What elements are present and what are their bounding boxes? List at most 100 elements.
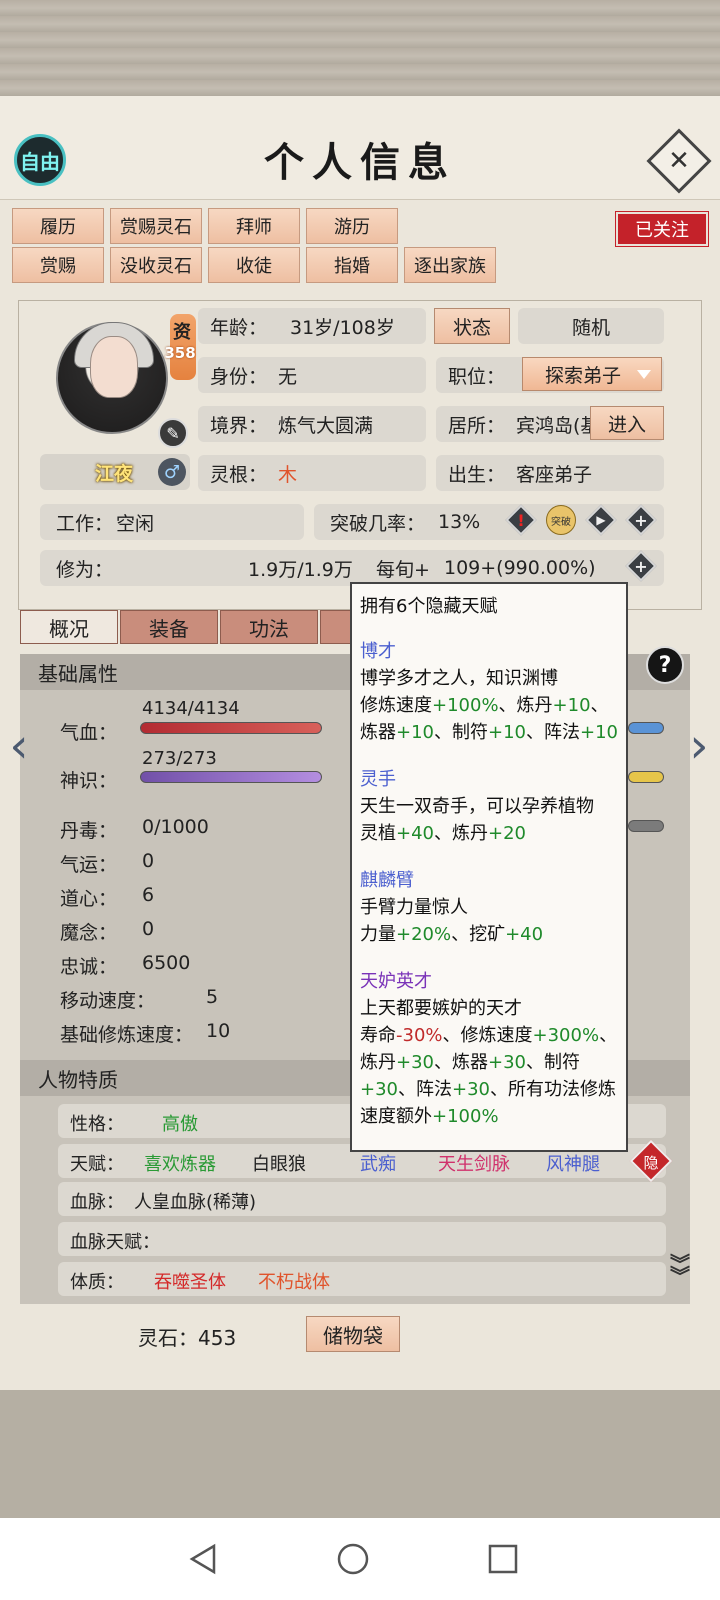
- stat-loyalty: 忠诚： 6500: [60, 952, 190, 979]
- hidden-talent-name: 博才: [360, 641, 396, 662]
- cultivation-value: 1.9万/1.9万: [248, 558, 353, 581]
- physique-label: 体质：: [70, 1272, 124, 1293]
- followed-button[interactable]: 已关注: [615, 211, 709, 247]
- tab-more[interactable]: [320, 610, 352, 644]
- breakthrough-label: 突破几率：: [330, 512, 426, 535]
- hidden-talent-effects: 修炼速度+100%、炼丹+10、 炼器+10、制符+10、阵法+10: [360, 695, 618, 743]
- status-button[interactable]: 状态: [434, 308, 510, 344]
- stat-label: 移动速度：: [60, 990, 156, 1012]
- take-disciple-button[interactable]: 收徒: [208, 247, 300, 283]
- realm-cell: 境界： 炼气大圆满: [198, 406, 426, 442]
- tab-overview[interactable]: 概况: [20, 610, 118, 644]
- system-nav-bar: [0, 1518, 720, 1600]
- age-cell: 年龄： 31岁/108岁: [198, 308, 426, 344]
- hidden-talent: 博才 博学多才之人，知识渊博 修炼速度+100%、炼丹+10、 炼器+10、制符…: [360, 638, 618, 746]
- per-turn-label: 每旬+: [376, 558, 430, 581]
- play-icon[interactable]: ▶: [584, 503, 618, 537]
- nav-recent-icon[interactable]: [486, 1542, 520, 1576]
- hidden-talent-desc: 手臂力量惊人: [360, 897, 468, 918]
- identity-value: 无: [278, 365, 298, 388]
- reward-stone-button[interactable]: 赏赐灵石: [110, 208, 202, 244]
- expel-button[interactable]: 逐出家族: [404, 247, 496, 283]
- danger-icon[interactable]: !: [504, 503, 538, 537]
- help-icon[interactable]: ?: [646, 646, 684, 684]
- stat-value: 5: [206, 986, 219, 1008]
- stat-pill-poison: 丹毒： 0/1000: [60, 816, 209, 843]
- talent-item[interactable]: 风神腿: [546, 1150, 600, 1176]
- stat-dao-heart: 道心： 6: [60, 884, 154, 911]
- hidden-talent: 灵手 天生一双奇手，可以孕养植物 灵植+40、炼丹+20: [360, 766, 618, 847]
- personality-value[interactable]: 高傲: [162, 1110, 198, 1136]
- random-cell[interactable]: 随机: [518, 308, 664, 344]
- stat-value: 6: [142, 884, 155, 906]
- bloodline-talent-row: 血脉天赋：: [58, 1222, 666, 1256]
- chevron-down-icon: [637, 370, 651, 379]
- tab-techniques[interactable]: 功法: [220, 610, 318, 644]
- free-button[interactable]: 自由: [14, 134, 66, 186]
- cultivation-plus-icon[interactable]: +: [624, 549, 658, 583]
- hidden-talent-name: 天妒英才: [360, 971, 432, 992]
- apprentice-button[interactable]: 拜师: [208, 208, 300, 244]
- talent-item[interactable]: 天生剑脉: [438, 1150, 510, 1176]
- double-chevron-down-icon[interactable]: ︾ ︾: [662, 1254, 698, 1286]
- hidden-talents-tooltip: 拥有6个隐藏天赋 博才 博学多才之人，知识渊博 修炼速度+100%、炼丹+10、…: [350, 582, 628, 1152]
- bloodline-label: 血脉：: [70, 1192, 124, 1213]
- bloodline-value[interactable]: 人皇血脉(稀薄): [134, 1188, 256, 1214]
- tab-equipment[interactable]: 装备: [120, 610, 218, 644]
- stat-value: 0/1000: [142, 816, 209, 838]
- enter-button[interactable]: 进入: [590, 406, 664, 440]
- arrange-marriage-button[interactable]: 指婚: [306, 247, 398, 283]
- residence-value: 宾鸿岛(基: [516, 414, 600, 437]
- talent-item[interactable]: 白眼狼: [252, 1150, 306, 1176]
- stat-label: 基础修炼速度：: [60, 1024, 194, 1046]
- left-arrow-icon[interactable]: ‹: [4, 718, 34, 774]
- hp-value: 4134/4134: [142, 698, 240, 719]
- stat-value: 0: [142, 918, 155, 940]
- top-background: [0, 0, 720, 100]
- storage-bag-button[interactable]: 储物袋: [306, 1316, 400, 1352]
- breakthrough-icon[interactable]: 突破: [542, 501, 580, 539]
- age-value: 31岁/108岁: [290, 316, 395, 339]
- right-arrow-icon[interactable]: ›: [684, 718, 714, 774]
- page-title: 个人信息: [264, 139, 456, 186]
- physique-item[interactable]: 吞噬圣体: [154, 1268, 226, 1294]
- travel-button[interactable]: 游历: [306, 208, 398, 244]
- sense-label: 神识：: [60, 770, 118, 792]
- position-dropdown[interactable]: 探索弟子: [522, 357, 662, 391]
- plus-icon[interactable]: +: [624, 503, 658, 537]
- hidden-talent-effects: 力量+20%、挖矿+40: [360, 924, 544, 945]
- birth-label: 出生：: [448, 463, 506, 486]
- nav-back-icon[interactable]: [186, 1542, 220, 1576]
- close-icon: ✕: [668, 146, 690, 176]
- stat-label: 丹毒：: [60, 820, 118, 842]
- physique-item[interactable]: 不朽战体: [258, 1268, 330, 1294]
- spirit-stone-count: 灵石：453: [138, 1326, 237, 1350]
- cultivation-label: 修为：: [56, 558, 114, 581]
- reward-button[interactable]: 赏赐: [12, 247, 104, 283]
- talent-item[interactable]: 喜欢炼器: [144, 1150, 216, 1176]
- personality-label: 性格：: [70, 1114, 124, 1135]
- pen-icon[interactable]: ✎: [158, 418, 188, 448]
- birth-cell: 出生： 客座弟子: [436, 455, 664, 491]
- hidden-talent-effects: 寿命-30%、修炼速度+300%、 炼丹+30、炼器+30、制符 +30、阵法+…: [360, 1025, 618, 1127]
- spirit-root-label: 灵根：: [210, 463, 268, 486]
- hidden-talent-effects: 灵植+40、炼丹+20: [360, 823, 526, 844]
- bar-stub-yellow: [628, 771, 664, 783]
- talent-item[interactable]: 武痴: [360, 1150, 396, 1176]
- aptitude-value: 358: [164, 344, 196, 362]
- hidden-talent-name: 麒麟臂: [360, 870, 414, 891]
- stat-label: 气运：: [60, 854, 118, 876]
- stat-value: 0: [142, 850, 155, 872]
- realm-label: 境界：: [210, 414, 268, 437]
- nav-home-icon[interactable]: [336, 1542, 370, 1576]
- identity-label: 身份：: [210, 365, 268, 388]
- age-label: 年龄：: [210, 316, 268, 339]
- physique-row: 体质： 吞噬圣体 不朽战体: [58, 1262, 666, 1296]
- spirit-root-cell: 灵根： 木: [198, 455, 426, 491]
- male-icon: ♂: [158, 458, 186, 486]
- bar-stub-gray: [628, 820, 664, 832]
- work-label: 工作：: [56, 512, 114, 535]
- history-button[interactable]: 履历: [12, 208, 104, 244]
- avatar-face: [90, 336, 138, 398]
- confiscate-stone-button[interactable]: 没收灵石: [110, 247, 202, 283]
